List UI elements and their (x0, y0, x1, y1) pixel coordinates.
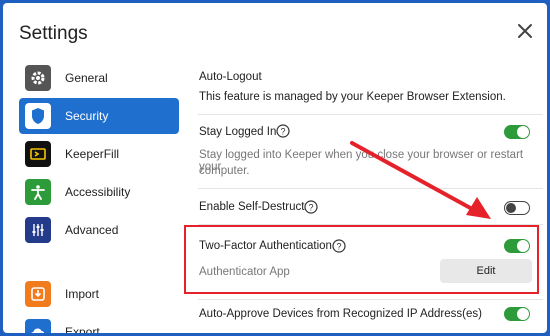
annotation-arrow (350, 141, 491, 219)
settings-dialog: Settings General Security KeeperFill Acc… (3, 3, 547, 333)
